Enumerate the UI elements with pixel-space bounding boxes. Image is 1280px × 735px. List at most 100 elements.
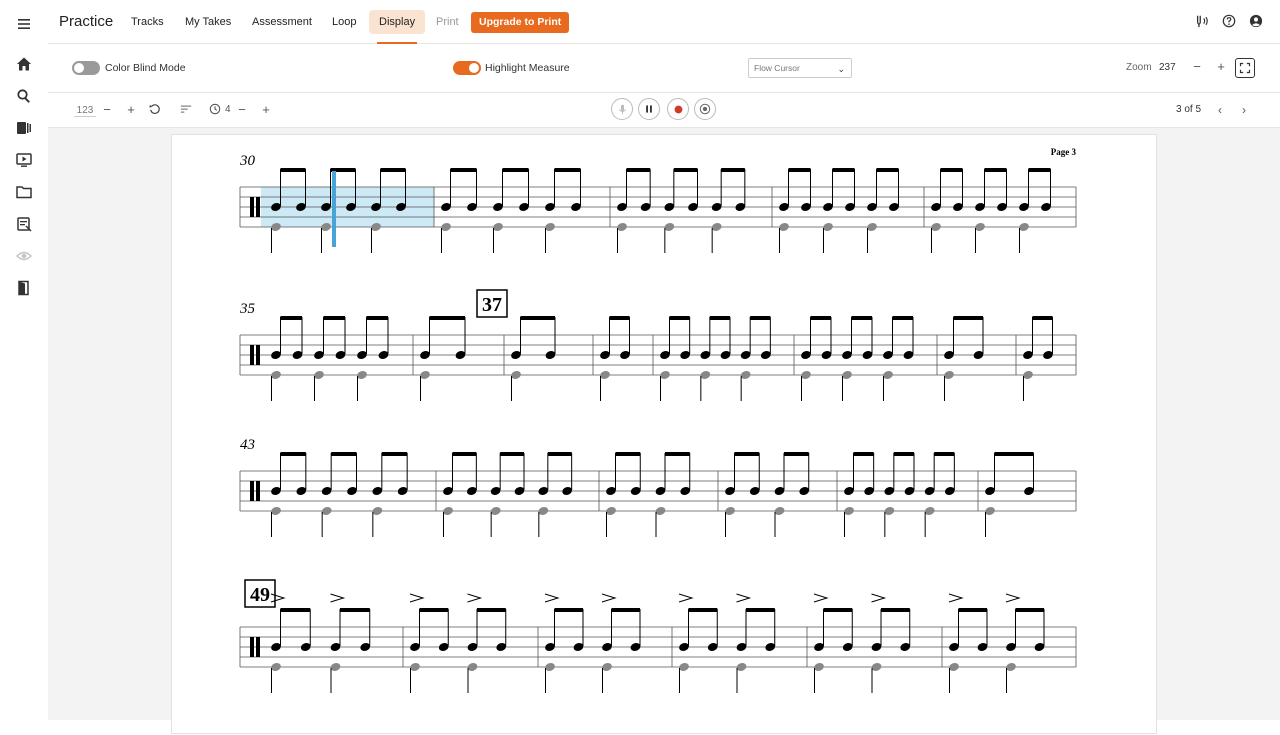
percussion-clef: [256, 637, 260, 657]
drum-notation: Page 3 30 35 43 37 49: [239, 147, 1077, 693]
tempo-increase-button[interactable]: +: [124, 103, 138, 117]
note-beam: [547, 452, 572, 456]
record-button[interactable]: [667, 98, 689, 120]
note-beam: [958, 608, 987, 612]
measure-number: 43: [240, 437, 255, 453]
cursor-select[interactable]: Flow Cursor ⌄: [748, 58, 852, 78]
rehearsal-mark: 49: [244, 579, 276, 608]
measure-number: 35: [239, 301, 256, 317]
chevron-down-icon: ⌄: [837, 64, 845, 74]
tab-print[interactable]: Print: [426, 10, 469, 34]
tab-my-takes[interactable]: My Takes: [175, 10, 241, 34]
note-beam: [893, 452, 914, 456]
accent-mark: [871, 593, 887, 603]
tab-tracks[interactable]: Tracks: [121, 10, 174, 34]
fullscreen-button[interactable]: [1235, 58, 1255, 78]
note-beam: [554, 608, 583, 612]
note-beam: [892, 316, 913, 320]
note-beam: [1032, 316, 1053, 320]
note-beam: [940, 168, 963, 172]
next-page-button[interactable]: ›: [1237, 103, 1251, 117]
percussion-clef: [256, 481, 260, 501]
accent-mark: [813, 593, 829, 603]
app-title: Practice: [59, 13, 114, 30]
count-in-clock-icon: [208, 103, 222, 118]
tuner-icon[interactable]: [1194, 13, 1210, 29]
count-in-value: 4: [225, 104, 231, 115]
folder-icon[interactable]: [14, 182, 34, 202]
listen-button[interactable]: [694, 98, 716, 120]
percussion-clef: [256, 345, 260, 365]
account-icon[interactable]: [1248, 13, 1264, 29]
home-icon[interactable]: [14, 54, 34, 74]
note-beam: [609, 316, 630, 320]
color-blind-toggle[interactable]: [72, 61, 100, 75]
library-icon[interactable]: [14, 118, 34, 138]
previous-page-button[interactable]: ‹: [1213, 103, 1227, 117]
accent-mark: [270, 593, 286, 603]
microphone-button[interactable]: [611, 98, 633, 120]
pause-button[interactable]: [638, 98, 660, 120]
note-beam: [520, 316, 555, 320]
tempo-input[interactable]: 123: [74, 104, 96, 117]
note-beam: [366, 316, 388, 320]
note-beam: [994, 452, 1034, 456]
note-beam: [450, 168, 477, 172]
sidebar: [0, 0, 48, 720]
note-beam: [380, 168, 406, 172]
percussion-clef: [250, 345, 254, 365]
note-beam: [611, 608, 640, 612]
fullscreen-icon: [1239, 62, 1251, 74]
help-icon[interactable]: [1221, 13, 1237, 29]
zoom-label: Zoom: [1126, 62, 1152, 73]
zoom-out-button[interactable]: −: [1190, 60, 1204, 74]
eye-icon[interactable]: [14, 246, 34, 266]
note-beam: [851, 316, 872, 320]
note-beam: [477, 608, 506, 612]
page-indicator: 3 of 5: [1176, 104, 1202, 115]
note-beam: [669, 316, 690, 320]
note-beam: [280, 168, 306, 172]
note-beam: [984, 168, 1007, 172]
sort-icon[interactable]: [179, 103, 193, 118]
search-icon[interactable]: [14, 86, 34, 106]
count-in-increase-button[interactable]: +: [259, 103, 273, 117]
note-beam: [823, 608, 853, 612]
exit-icon[interactable]: [14, 278, 34, 298]
tab-display[interactable]: Display: [369, 10, 426, 44]
top-nav-bar: Practice Tracks My Takes Assessment Loop…: [48, 0, 1280, 44]
assignment-icon[interactable]: [14, 214, 34, 234]
zoom-in-button[interactable]: +: [1214, 60, 1228, 74]
note-beam: [853, 452, 874, 456]
note-beam: [709, 316, 730, 320]
accent-mark: [736, 593, 752, 603]
menu-icon[interactable]: [14, 14, 34, 34]
score-page: Page 3 30 35 43 37 49: [171, 134, 1157, 734]
highlight-measure-label: Highlight Measure: [485, 62, 570, 74]
tab-loop[interactable]: Loop: [322, 10, 366, 34]
note-beam: [934, 452, 955, 456]
upgrade-to-print-button[interactable]: Upgrade to Print: [471, 12, 570, 33]
note-beam: [1028, 168, 1051, 172]
record-icon: [674, 105, 682, 113]
page-label: Page 3: [1051, 147, 1077, 157]
tempo-decrease-button[interactable]: −: [100, 103, 114, 117]
note-beam: [750, 316, 771, 320]
count-in-decrease-button[interactable]: −: [235, 103, 249, 117]
note-beam: [665, 452, 690, 456]
note-beam: [452, 452, 477, 456]
percussion-clef: [250, 637, 254, 657]
accent-mark: [330, 593, 346, 603]
playback-toolbar: 123 − + 4 − + 3 of 5 ‹ ›: [48, 93, 1280, 128]
highlight-measure-toggle[interactable]: [453, 61, 481, 75]
note-beam: [323, 316, 345, 320]
accent-mark: [544, 593, 560, 603]
video-icon[interactable]: [14, 150, 34, 170]
note-beam: [953, 316, 983, 320]
reset-tempo-icon[interactable]: [148, 103, 162, 118]
note-beam: [554, 168, 581, 172]
microphone-icon: [618, 104, 626, 114]
note-beam: [832, 168, 855, 172]
tab-assessment[interactable]: Assessment: [242, 10, 322, 34]
note-beam: [746, 608, 775, 612]
